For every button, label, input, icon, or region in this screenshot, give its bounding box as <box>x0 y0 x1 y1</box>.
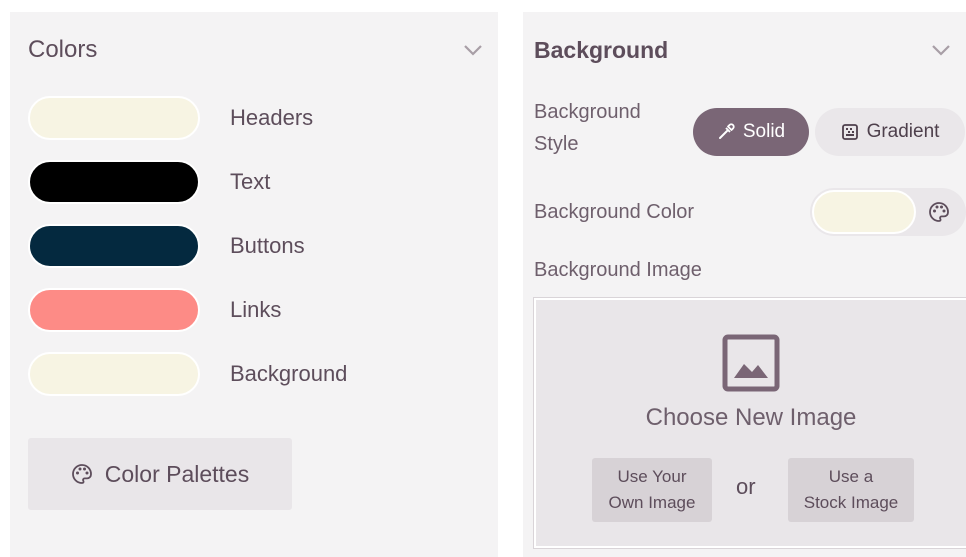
choose-new-image-text: Choose New Image <box>645 404 857 431</box>
chevron-down-icon[interactable] <box>930 39 952 61</box>
buttons-color-swatch[interactable] <box>28 224 200 268</box>
color-row-text: Text <box>28 160 270 204</box>
text-color-swatch[interactable] <box>28 160 200 204</box>
palette-icon <box>71 463 93 485</box>
palette-icon[interactable] <box>928 201 950 223</box>
gradient-label: Gradient <box>866 121 940 142</box>
background-style-label: Background Style <box>534 101 641 155</box>
headers-color-swatch[interactable] <box>28 96 200 140</box>
background-color-swatch[interactable] <box>812 190 916 234</box>
color-row-links: Links <box>28 288 281 332</box>
gradient-icon <box>841 123 859 141</box>
background-style-toggle: Solid Gradient <box>693 108 965 156</box>
color-row-background: Background <box>28 352 347 396</box>
use-own-image-button[interactable]: Use Your Own Image <box>592 458 712 522</box>
image-icon <box>722 334 780 397</box>
background-color-swatch[interactable] <box>28 352 200 396</box>
colors-panel: Colors Headers Text Buttons Links Backgr… <box>10 12 498 557</box>
buttons-color-label: Buttons <box>230 233 305 258</box>
color-row-headers: Headers <box>28 96 313 140</box>
colors-panel-title: Colors <box>28 36 98 63</box>
text-color-label: Text <box>230 169 271 194</box>
background-color-picker <box>810 188 966 236</box>
background-image-dropzone[interactable]: Choose New Image Use Your Own Image or U… <box>534 298 966 548</box>
background-color-label: Background Color <box>534 201 695 223</box>
or-separator: or <box>736 474 756 499</box>
colors-panel-header[interactable]: Colors <box>28 32 484 68</box>
background-panel: Background Background Style Solid Gradie… <box>523 12 966 557</box>
chevron-down-icon[interactable] <box>462 39 484 61</box>
gradient-style-button[interactable]: Gradient <box>815 108 965 156</box>
headers-color-label: Headers <box>230 105 314 130</box>
links-color-swatch[interactable] <box>28 288 200 332</box>
background-image-label: Background Image <box>534 259 702 281</box>
background-panel-title: Background <box>534 36 669 63</box>
color-row-buttons: Buttons <box>28 224 305 268</box>
eyedropper-icon <box>717 123 735 141</box>
use-stock-image-button[interactable]: Use a Stock Image <box>788 458 914 522</box>
background-panel-header[interactable]: Background <box>534 32 952 68</box>
solid-style-button[interactable]: Solid <box>693 108 809 156</box>
solid-label: Solid <box>742 121 786 142</box>
color-palettes-button[interactable]: Color Palettes <box>28 438 292 510</box>
background-color-label: Background <box>230 361 348 386</box>
links-color-label: Links <box>230 297 282 322</box>
color-palettes-label: Color Palettes <box>104 460 250 487</box>
